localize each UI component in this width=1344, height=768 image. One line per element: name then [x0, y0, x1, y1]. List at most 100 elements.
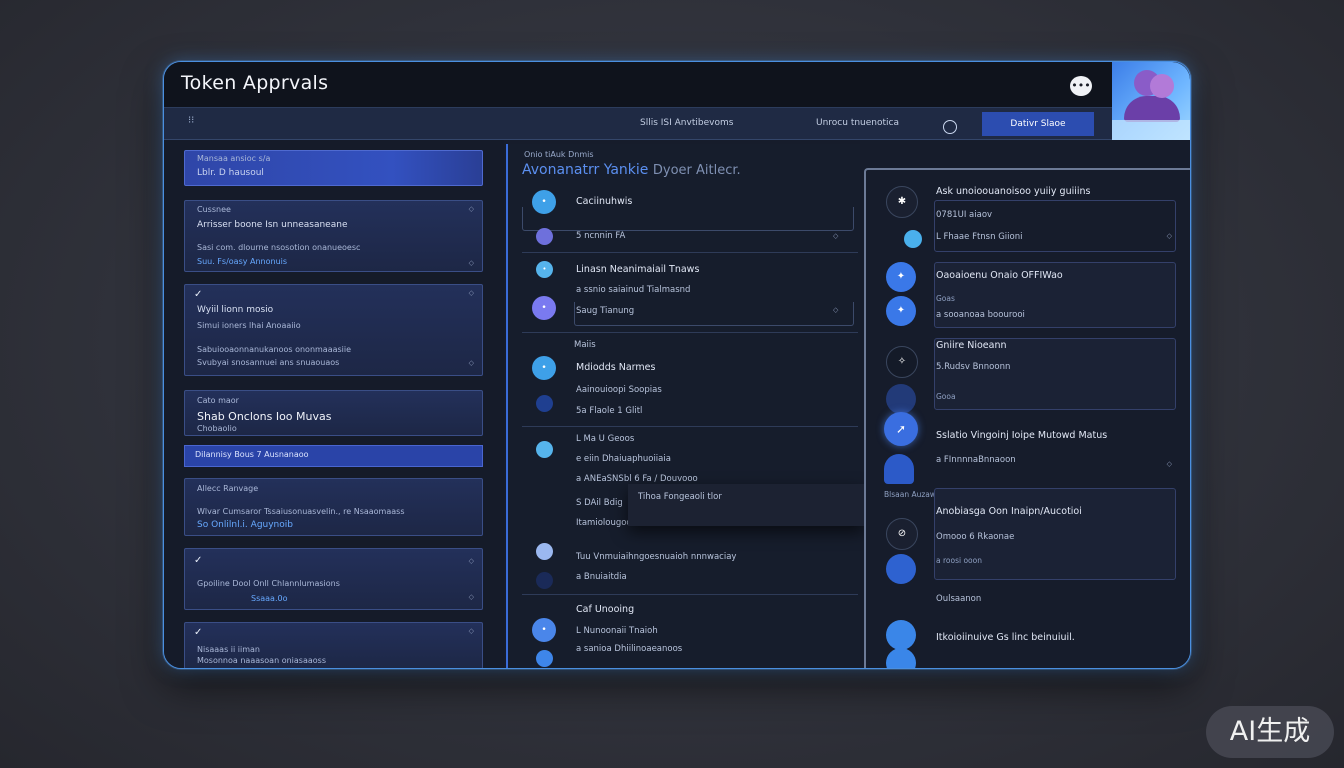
panel-subheading: Onio tiAuk Dnmis: [524, 150, 594, 159]
star-icon: ✦: [886, 262, 916, 292]
list-item-label[interactable]: Tuu Vnmuiaihngoesnuaioh nnnwaciay: [576, 552, 736, 562]
more-icon[interactable]: ◇: [833, 232, 838, 240]
item-subtitle: Goas: [936, 294, 955, 303]
more-icon[interactable]: ◇: [469, 557, 474, 565]
list-item-label[interactable]: 5 ncnnin FA: [576, 231, 625, 241]
toolbar-active-tab[interactable]: Dativr Slaoe: [982, 112, 1094, 136]
item-title[interactable]: Anobiasga Oon Inaipn/Aucotioi: [936, 506, 1082, 517]
status-dot-icon: [536, 395, 553, 412]
item-subtitle: Omooo 6 Rkaonae: [936, 532, 1015, 542]
list-item-label[interactable]: S DAil Bdig: [576, 498, 623, 508]
card-line: Ssaaa.0o: [251, 594, 288, 603]
more-icon[interactable]: ◇: [833, 306, 838, 314]
star-icon: ✦: [886, 296, 916, 326]
panel-title: Avonanatrr Yankie Dyoer Aitlecr.: [522, 162, 741, 178]
card-line: Cussnee: [197, 205, 231, 214]
status-dot-icon: •: [532, 296, 556, 320]
item-line: a roosi ooon: [936, 556, 982, 565]
toolbar-item[interactable]: Sllis ISI Anvtibevoms: [640, 118, 733, 128]
more-icon[interactable]: ◇: [1167, 460, 1172, 468]
check-icon: ✓: [194, 289, 203, 300]
item-card[interactable]: [934, 416, 1176, 478]
list-card-selected[interactable]: Mansaa ansioc s/a Lblr. D hausoul: [184, 150, 483, 186]
item-card[interactable]: [934, 200, 1176, 252]
list-card[interactable]: ✓ Wyiil lionn mosio Simui ioners lhai An…: [184, 284, 483, 376]
list-card[interactable]: Cato maor Shab Onclons Ioo Muvas Chobaol…: [184, 390, 483, 436]
left-panel: Mansaa ansioc s/a Lblr. D hausoul Cussne…: [164, 140, 504, 668]
status-dot-icon: [536, 572, 553, 589]
more-icon[interactable]: ◇: [469, 289, 474, 297]
section-label: Maiis: [574, 340, 596, 350]
list-card[interactable]: ✓ Nisaaas ii iiman Mosonnoa naaasoan oni…: [184, 622, 483, 668]
item-title[interactable]: Ask unoioouanoisoo yuiiy guiiins: [936, 186, 1091, 197]
more-icon[interactable]: ◇: [469, 205, 474, 213]
list-item-label[interactable]: 5a Flaole 1 Glitl: [576, 406, 642, 416]
list-item-label[interactable]: Linasn Neanimaiail Tnaws: [576, 264, 699, 275]
pin-icon: [886, 554, 916, 584]
card-line: Simui ioners lhai Anoaaiio: [197, 321, 301, 330]
list-item-label[interactable]: Aainouioopi Soopias: [576, 385, 662, 395]
speech-bubble-icon[interactable]: •••: [1070, 76, 1092, 96]
right-panel: ✱ Ask unoioouanoisoo yuiiy guiiins 0781U…: [864, 168, 1190, 668]
watermark-badge: AI生成: [1206, 706, 1334, 758]
item-title[interactable]: Oaoaioenu Onaio OFFIWao: [936, 270, 1063, 281]
card-line: Nisaaas ii iiman: [197, 645, 260, 654]
card-line: Mosonnoa naaasoan oniasaaoss: [197, 656, 326, 665]
card-line: Wyiil lionn mosio: [197, 305, 274, 315]
card-line: Svubyai snosannuei ans snuaouaos: [197, 358, 340, 367]
more-icon[interactable]: ◇: [469, 359, 474, 367]
list-item-label[interactable]: e eiin Dhaiuaphuoiiaia: [576, 454, 671, 464]
user-avatar[interactable]: [1112, 62, 1190, 140]
status-dot-icon: •: [532, 618, 556, 642]
radio-icon[interactable]: [943, 120, 957, 134]
tooltip-text: Tihoa Fongeaoli tlor: [638, 492, 722, 502]
panel-title-main: Avonanatrr Yankie: [522, 162, 649, 178]
toolbar-item[interactable]: Unrocu tnuenotica: [816, 118, 899, 128]
list-item-label[interactable]: Caciinuhwis: [576, 196, 632, 207]
list-item-label[interactable]: a sanioa Dhiilinoaeanoos: [576, 644, 682, 654]
item-title[interactable]: Sslatio Vingoinj Ioipe Mutowd Matus: [936, 430, 1107, 441]
selected-strip[interactable]: Dilannisy Bous 7 Ausnanaoo: [184, 445, 483, 467]
list-card[interactable]: ✓ Gpoiline Dool Onll Chlannlumasions Ssa…: [184, 548, 483, 610]
list-item-label[interactable]: Caf Unooing: [576, 604, 634, 615]
card-line: Wlvar Cumsaror Tssaiusonuasvelin., re Ns…: [197, 507, 405, 516]
divider: [522, 594, 858, 595]
card-line: Suu. Fs/oasy Annonuis: [197, 257, 288, 266]
list-item-label[interactable]: a ANEaSNSbl 6 Fa / Douvooo: [576, 474, 698, 484]
list-row[interactable]: [522, 207, 854, 231]
more-icon[interactable]: ◇: [469, 627, 474, 635]
list-card[interactable]: Allecc Ranvage Wlvar Cumsaror Tssaiusonu…: [184, 478, 483, 536]
item-line: L Fhaae Ftnsn Giioni: [936, 232, 1023, 242]
card-line: Cato maor: [197, 396, 239, 405]
app-window: Token Apprvals ••• ⁝⁝ Sllis ISI Anvtibev…: [163, 61, 1191, 669]
list-row[interactable]: [574, 302, 854, 326]
title-bar: Token Apprvals •••: [164, 62, 1112, 108]
item-subtitle: a FInnnnaBnnaoon: [936, 455, 1016, 465]
card-line: Sasi com. dlourne nsosotion onanueoesc: [197, 243, 361, 252]
status-dot-icon: [536, 228, 553, 245]
list-item-label[interactable]: L Nunoonaii Tnaioh: [576, 626, 658, 636]
card-line: Shab Onclons Ioo Muvas: [197, 410, 332, 423]
item-title[interactable]: Oulsaanon: [936, 594, 981, 604]
panel-title-secondary: Dyoer Aitlecr.: [652, 163, 741, 178]
list-card[interactable]: Cussnee Arrisser boone Isn unneasaneane …: [184, 200, 483, 272]
more-icon[interactable]: ◇: [469, 593, 474, 601]
menu-icon[interactable]: ⁝⁝: [188, 115, 194, 126]
status-dot-icon: [886, 384, 916, 414]
list-item-label[interactable]: Mdiodds Narmes: [576, 362, 655, 373]
pin-icon: [884, 454, 914, 484]
item-title[interactable]: Gniire Nioeann: [936, 340, 1007, 351]
more-icon[interactable]: ◇: [1167, 232, 1172, 240]
list-item-label[interactable]: L Ma U Geoos: [576, 434, 634, 444]
card-line: Arrisser boone Isn unneasaneane: [197, 220, 348, 230]
list-item-label[interactable]: a ssnio saiainud Tialmasnd: [576, 285, 690, 295]
pin-icon: [886, 648, 916, 668]
check-icon: ✓: [194, 555, 203, 566]
more-icon[interactable]: ◇: [469, 259, 474, 267]
item-subtitle: 5.Rudsv Bnnoonn: [936, 362, 1011, 372]
pin-icon[interactable]: ➚: [884, 412, 918, 446]
item-subtitle: Itkoioiinuive Gs linc beinuiuil.: [936, 632, 1075, 643]
middle-panel: Onio tiAuk Dnmis Avonanatrr Yankie Dyoer…: [506, 144, 864, 668]
card-line: Chobaolio: [197, 424, 237, 433]
list-item-label[interactable]: a Bnuiaitdia: [576, 572, 627, 582]
